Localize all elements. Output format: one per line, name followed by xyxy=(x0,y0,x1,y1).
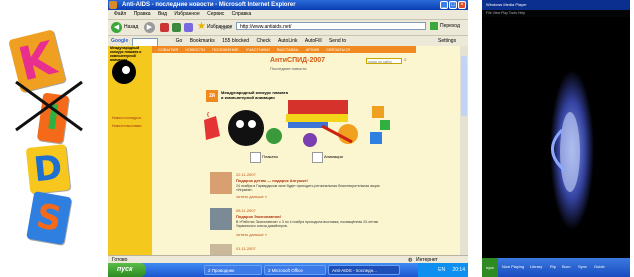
language-indicator[interactable]: EN xyxy=(438,267,445,273)
go-icon[interactable] xyxy=(430,22,438,30)
address-input[interactable]: http://www.antiaids.net/ xyxy=(236,22,426,30)
minimize-button[interactable]: _ xyxy=(440,1,448,9)
page-left-column: Международный конкурс плаката и компьюте… xyxy=(108,46,152,255)
site-nav: СОБЫТИЯ НОВОСТИ ПОЛОЖЕНИЕ УЧАСТНИКИ ВЫСТ… xyxy=(152,46,416,53)
menu-view[interactable]: Вид xyxy=(158,11,167,17)
window-title: Anti-AIDS - последние новости - Microsof… xyxy=(108,0,468,10)
nav-participants[interactable]: УЧАСТНИКИ xyxy=(246,47,270,52)
news-text: 24 ноября в Гарвардском зале будет прохо… xyxy=(236,184,380,192)
left-link-contest[interactable]: Новости конкурса xyxy=(112,116,141,120)
logo-eye-icon xyxy=(122,66,130,74)
media-player-menu[interactable]: File View Play Tools Help xyxy=(482,10,630,17)
home-icon[interactable] xyxy=(184,23,193,32)
gtool-blocked[interactable]: 155 blocked xyxy=(222,38,249,44)
nav-events[interactable]: СОБЫТИЯ xyxy=(158,47,178,52)
anti-aids-banner-illustration xyxy=(204,100,390,147)
letter-d: D xyxy=(25,144,71,194)
menu-edit[interactable]: Правка xyxy=(134,11,151,17)
nav-news[interactable]: НОВОСТИ xyxy=(185,47,205,52)
site-search-input[interactable]: поиск по сайту xyxy=(366,58,402,64)
left-link-exhibition[interactable]: Новости выставки xyxy=(112,124,142,128)
animations-link[interactable]: Анимации xyxy=(324,154,343,159)
google-logo: Google xyxy=(111,38,129,44)
dice-icon[interactable] xyxy=(250,152,261,163)
menu-help[interactable]: Справка xyxy=(232,11,252,17)
news-date: 22.11.2007 xyxy=(236,172,256,177)
menu-file[interactable]: Файл xyxy=(114,11,126,17)
media-player-window: Windows Media Player File View Play Tool… xyxy=(482,0,630,277)
taskbar-item-explorer[interactable]: 2 Проводник xyxy=(204,265,262,275)
rw-rip[interactable]: Rip xyxy=(550,264,556,269)
nav-rules[interactable]: ПОЛОЖЕНИЕ xyxy=(212,47,238,52)
start-button[interactable]: пуск xyxy=(108,263,146,277)
taskbar-item-office[interactable]: 2 Microsoft Office xyxy=(264,265,326,275)
menu-favorites[interactable]: Избранное xyxy=(174,11,199,17)
stop-icon[interactable] xyxy=(160,23,169,32)
go-button[interactable]: Переход xyxy=(440,23,460,29)
nav-exhibition[interactable]: ВЫСТАВКА xyxy=(277,47,299,52)
site-title: АнтиСПИД-2007 xyxy=(270,57,326,64)
gtool-autofill[interactable]: AutoFill xyxy=(305,38,322,44)
close-button[interactable]: × xyxy=(458,1,466,9)
gtool-go[interactable]: Go xyxy=(176,38,183,44)
letter-s: S xyxy=(26,191,72,245)
rw-library[interactable]: Library xyxy=(530,264,542,269)
taskbar-item-ie[interactable]: Anti-AIDS - последн... xyxy=(328,265,400,275)
scrollbar-thumb[interactable] xyxy=(461,56,467,116)
menu-bar: Файл Правка Вид Избранное Сервис Справка xyxy=(108,10,468,19)
news-more-link[interactable]: читать дальше » xyxy=(236,232,267,237)
posters-link[interactable]: Плакаты xyxy=(262,154,278,159)
cross-out-icon xyxy=(15,80,83,132)
rw-guide[interactable]: Guide xyxy=(594,264,605,269)
system-tray: EN 20:14 xyxy=(418,263,468,277)
gtool-autolink[interactable]: AutoLink xyxy=(278,38,297,44)
gtool-check[interactable]: Check xyxy=(256,38,270,44)
media-player-taskbar: пуск Now Playing Library Rip Burn Sync G… xyxy=(482,258,630,277)
maximize-button[interactable]: □ xyxy=(449,1,457,9)
search-icon[interactable]: ⌕ xyxy=(404,57,407,63)
media-player-title: Windows Media Player xyxy=(482,0,630,10)
news-title[interactable]: Подарок Экспонавтов! xyxy=(236,214,281,219)
kids-logo: K I D S xyxy=(0,22,92,252)
rw-now-playing[interactable]: Now Playing xyxy=(502,264,524,269)
news-thumbnail[interactable] xyxy=(210,208,232,230)
vertical-scrollbar[interactable] xyxy=(460,46,468,255)
back-icon[interactable]: ◀ xyxy=(111,22,122,33)
rw-sync[interactable]: Sync xyxy=(578,264,587,269)
ie-logo-icon xyxy=(109,1,117,9)
visualization-icon xyxy=(550,70,594,230)
back-label[interactable]: Назад xyxy=(124,24,138,30)
news-thumbnail[interactable] xyxy=(210,244,232,255)
news-more-link[interactable]: читать дальше » xyxy=(236,194,267,199)
gtool-bookmarks[interactable]: Bookmarks xyxy=(190,38,215,44)
anim-icon[interactable] xyxy=(312,152,323,163)
clock: 20:14 xyxy=(452,267,465,273)
forward-icon[interactable]: ▶ xyxy=(144,22,155,33)
browser-window: Anti-AIDS - последние новости - Microsof… xyxy=(108,0,468,277)
news-title[interactable]: Подарок детям — подарок Ангушке! xyxy=(236,178,308,183)
menu-tools[interactable]: Сервис xyxy=(207,11,224,17)
news-date: 08.11.2007 xyxy=(236,208,256,213)
address-label: Адрес: xyxy=(218,25,233,30)
news-date: 01.11.2007 xyxy=(236,246,256,251)
gtool-sendto[interactable]: Send to xyxy=(329,38,346,44)
refresh-icon[interactable] xyxy=(172,23,181,32)
rw-start-button[interactable]: пуск xyxy=(482,258,498,277)
rw-burn[interactable]: Burn xyxy=(562,264,570,269)
banner-bracket-icon: { xyxy=(207,112,209,118)
nav-contact[interactable]: СВЯЗАТЬСЯ xyxy=(326,47,350,52)
news-text: В «Работах Экспонавтов» с 3 по 4 ноября … xyxy=(236,220,379,228)
favorites-icon[interactable]: ★ xyxy=(197,21,206,32)
nav-archive[interactable]: АРХИВ xyxy=(306,47,319,52)
web-page: Международный конкурс плаката и компьюте… xyxy=(108,46,460,255)
taskbar: пуск 2 Проводник 2 Microsoft Office Anti… xyxy=(108,263,468,277)
news-thumbnail[interactable] xyxy=(210,172,232,194)
header-caption: Международный конкурс плаката и компьюте… xyxy=(110,46,142,62)
news-subtitle: Последние новости xyxy=(270,66,307,71)
